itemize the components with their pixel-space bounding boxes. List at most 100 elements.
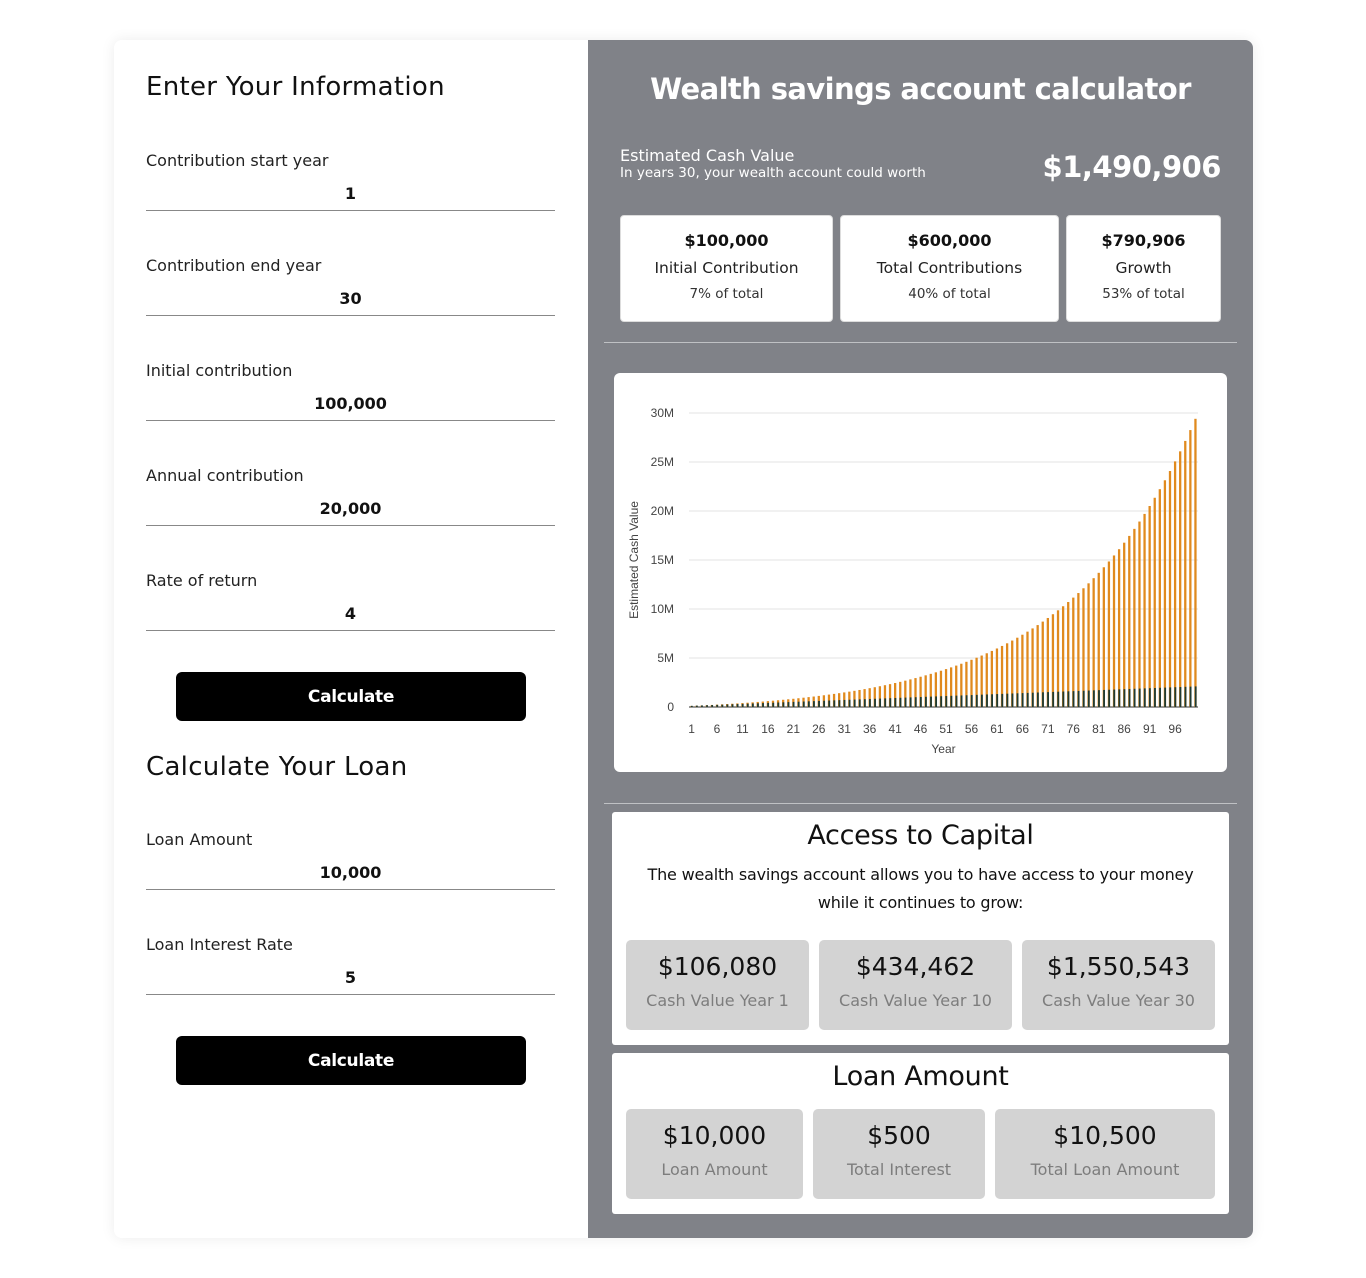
- cash-value-bar: [1179, 451, 1182, 707]
- contribution-bar: [1194, 686, 1197, 707]
- cash-value-bar: [1123, 542, 1126, 707]
- contribution-bar: [1052, 691, 1055, 707]
- cash-value-bar: [1133, 528, 1136, 707]
- cash-value-bar: [1072, 597, 1075, 707]
- contribution-bar: [919, 697, 922, 707]
- contribution-bar: [889, 698, 892, 707]
- loan-amount-section: Loan Amount $10,000 Loan Amount $500 Tot…: [612, 1053, 1229, 1214]
- contribution-bar: [904, 697, 907, 707]
- calculator-card: Enter Your Information Contribution star…: [114, 40, 1253, 1238]
- loan-heading: Calculate Your Loan: [146, 752, 408, 782]
- loan-amount-field: Loan Amount: [146, 830, 555, 922]
- contribution-bar: [690, 705, 693, 707]
- contribution-bar: [1087, 690, 1090, 707]
- annual-contribution-field: Annual contribution: [146, 466, 555, 558]
- contribution-bar: [843, 699, 846, 707]
- x-tick-label: 11: [736, 722, 749, 736]
- field-label: Annual contribution: [146, 466, 304, 485]
- calculate-button[interactable]: Calculate: [176, 672, 526, 721]
- cash-value-bar: [1158, 489, 1161, 707]
- contribution-start-year-input[interactable]: [146, 177, 555, 211]
- contribution-bar: [960, 695, 963, 707]
- x-tick-label: 56: [965, 722, 979, 736]
- contribution-bar: [955, 695, 958, 707]
- contribution-start-year-field: Contribution start year: [146, 151, 555, 243]
- contribution-bar: [777, 702, 780, 707]
- contribution-bar: [1062, 691, 1065, 707]
- cash-value-bar: [1087, 583, 1090, 707]
- contribution-bar: [1067, 691, 1070, 707]
- rate-of-return-input[interactable]: [146, 597, 555, 631]
- initial-contribution-field: Initial contribution: [146, 361, 555, 453]
- contribution-bar: [787, 702, 790, 707]
- results-panel: Wealth savings account calculator Estima…: [588, 40, 1253, 1238]
- x-tick-label: 81: [1092, 722, 1106, 736]
- y-tick-label: 25M: [651, 455, 674, 469]
- x-tick-label: 61: [990, 722, 1004, 736]
- tile-value: $500: [867, 1121, 931, 1150]
- x-tick-label: 31: [838, 722, 852, 736]
- contribution-end-year-input[interactable]: [146, 282, 555, 316]
- calculator-title: Wealth savings account calculator: [650, 72, 1191, 106]
- contribution-bar: [940, 696, 943, 707]
- field-label: Initial contribution: [146, 361, 293, 380]
- contribution-bar: [1057, 691, 1060, 707]
- y-tick-label: 5M: [657, 651, 674, 665]
- stat-total-contributions: $600,000 Total Contributions 40% of tota…: [840, 215, 1059, 322]
- stat-growth: $790,906 Growth 53% of total: [1066, 215, 1221, 322]
- estimated-cash-value-subtitle: In years 30, your wealth account could w…: [620, 165, 926, 181]
- contribution-bar: [1108, 689, 1111, 707]
- loan-amount-input[interactable]: [146, 856, 555, 890]
- estimated-cash-value-label: Estimated Cash Value: [620, 146, 795, 165]
- annual-contribution-input[interactable]: [146, 492, 555, 526]
- y-tick-label: 10M: [651, 602, 674, 616]
- x-tick-label: 66: [1016, 722, 1030, 736]
- contribution-bar: [1011, 693, 1014, 707]
- y-tick-label: 15M: [651, 553, 674, 567]
- tile-label: Cash Value Year 1: [646, 991, 789, 1010]
- contribution-bar: [741, 703, 744, 707]
- contribution-bar: [1103, 689, 1105, 707]
- cash-value-bar: [1128, 535, 1131, 707]
- contribution-bar: [1143, 688, 1146, 707]
- contribution-bar: [711, 705, 714, 707]
- loan-amount-title: Loan Amount: [832, 1061, 1009, 1092]
- cash-value-bar: [1138, 521, 1141, 707]
- stat-value: $790,906: [1101, 231, 1186, 250]
- x-tick-label: 91: [1143, 722, 1157, 736]
- contribution-bar: [1001, 693, 1004, 707]
- contribution-bar: [823, 700, 826, 707]
- contribution-bar: [792, 701, 795, 707]
- contribution-bar: [726, 704, 729, 707]
- field-label: Contribution end year: [146, 256, 322, 275]
- contribution-bar: [731, 704, 734, 707]
- cash-value-bar: [1189, 430, 1192, 707]
- rate-of-return-field: Rate of return: [146, 571, 555, 663]
- cash-value-bar: [1194, 418, 1197, 707]
- loan-calculate-button[interactable]: Calculate: [176, 1036, 526, 1085]
- tile-label: Total Loan Amount: [1030, 1160, 1180, 1179]
- tile-label: Cash Value Year 30: [1042, 991, 1195, 1010]
- cash-value-bar: [1153, 497, 1156, 707]
- contribution-bar: [1047, 692, 1049, 707]
- stat-initial-contribution: $100,000 Initial Contribution 7% of tota…: [620, 215, 833, 322]
- initial-contribution-input[interactable]: [146, 387, 555, 421]
- field-label: Rate of return: [146, 571, 258, 590]
- contribution-bar: [1138, 688, 1141, 707]
- field-label: Loan Interest Rate: [146, 935, 293, 954]
- contribution-bar: [721, 704, 724, 707]
- stat-name: Total Contributions: [876, 259, 1023, 277]
- contribution-bar: [751, 703, 754, 707]
- stat-value: $600,000: [907, 231, 992, 250]
- contribution-bar: [1036, 692, 1039, 707]
- loan-interest-rate-input[interactable]: [146, 961, 555, 995]
- x-tick-label: 46: [914, 722, 928, 736]
- cash-value-bar: [1102, 567, 1105, 707]
- contribution-bar: [884, 698, 887, 707]
- tile-label: Loan Amount: [661, 1160, 768, 1179]
- contribution-bar: [813, 701, 815, 707]
- contribution-bar: [797, 701, 800, 707]
- contribution-bar: [1184, 686, 1187, 707]
- contribution-bar: [1123, 689, 1126, 707]
- stat-name: Initial Contribution: [654, 259, 799, 277]
